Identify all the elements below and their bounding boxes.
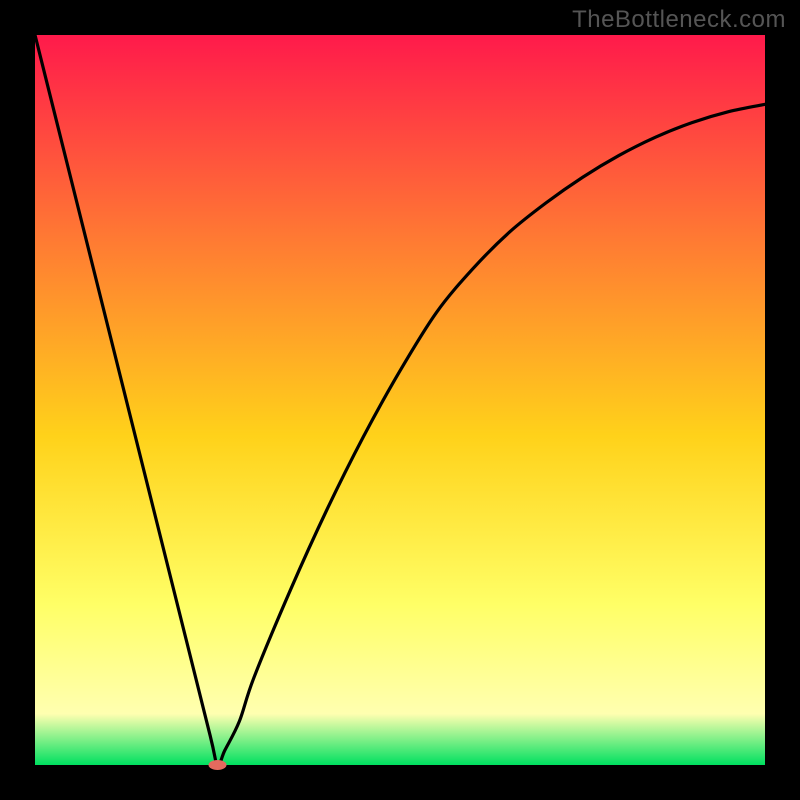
- bottleneck-chart: [0, 0, 800, 800]
- plot-background: [35, 35, 765, 765]
- chart-frame: { "watermark": "TheBottleneck.com", "cha…: [0, 0, 800, 800]
- watermark-text: TheBottleneck.com: [572, 6, 786, 34]
- minimum-marker: [209, 760, 227, 770]
